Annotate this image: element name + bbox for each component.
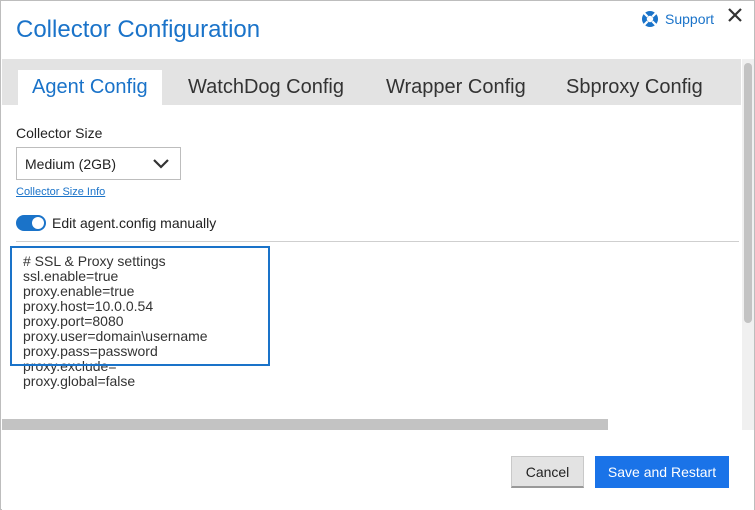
lifebuoy-icon (642, 11, 658, 27)
tab-label: Agent Config (32, 76, 148, 98)
editor-line: proxy.global=false (23, 373, 136, 389)
vertical-scroll-thumb[interactable] (744, 63, 752, 323)
editor-text: # SSL & Proxy settings ssl.enable=true pro… (23, 254, 208, 389)
tab-wrapper-config[interactable]: Wrapper Config (386, 70, 526, 105)
cancel-button[interactable]: Cancel (511, 456, 584, 488)
editor-line: proxy.host=10.0.0.54 (23, 298, 154, 314)
tab-bar: Agent Config WatchDog Config Wrapper Con… (2, 59, 741, 105)
close-icon (728, 8, 742, 22)
editor-line: ssl.enable=true (23, 268, 119, 284)
edit-manually-label: Edit agent.config manually (52, 215, 217, 231)
agent-config-editor[interactable]: # SSL & Proxy settings ssl.enable=true pro… (16, 241, 739, 430)
editor-line: proxy.user=domain\username (23, 328, 208, 344)
vertical-scrollbar[interactable] (742, 59, 754, 430)
config-content-area[interactable]: Agent Config WatchDog Config Wrapper Con… (2, 59, 754, 430)
collector-size-value: Medium (2GB) (25, 155, 117, 172)
close-button[interactable] (727, 7, 743, 27)
tab-label: Sbproxy Config (566, 76, 703, 98)
toggle-knob (32, 217, 44, 229)
collector-configuration-dialog: Collector Configuration Support Agent Co… (0, 0, 755, 510)
edit-manually-toggle[interactable] (16, 215, 46, 231)
collector-size-label: Collector Size (16, 125, 103, 141)
editor-line: proxy.enable=true (23, 283, 135, 299)
tab-label: WatchDog Config (188, 76, 344, 98)
dialog-footer: Cancel Save and Restart (2, 430, 754, 510)
save-and-restart-button[interactable]: Save and Restart (595, 456, 729, 488)
dialog-title: Collector Configuration (16, 16, 261, 43)
tab-agent-config[interactable]: Agent Config (18, 70, 162, 105)
collector-size-info-link[interactable]: Collector Size Info (16, 186, 105, 198)
tab-label: Wrapper Config (386, 76, 526, 98)
support-label: Support (665, 11, 715, 27)
editor-line: # SSL & Proxy settings (23, 253, 166, 269)
chevron-down-icon (153, 159, 169, 169)
tab-watchdog-config[interactable]: WatchDog Config (188, 70, 344, 105)
editor-line: proxy.port=8080 (23, 313, 124, 329)
collector-size-select[interactable]: Medium (2GB) (16, 147, 181, 180)
horizontal-scrollbar[interactable] (2, 419, 608, 430)
support-link[interactable]: Support (641, 10, 714, 28)
tab-sbproxy-config[interactable]: Sbproxy Config (566, 70, 703, 105)
editor-line: proxy.exclude= (23, 358, 117, 374)
editor-line: proxy.pass=password (23, 343, 158, 359)
